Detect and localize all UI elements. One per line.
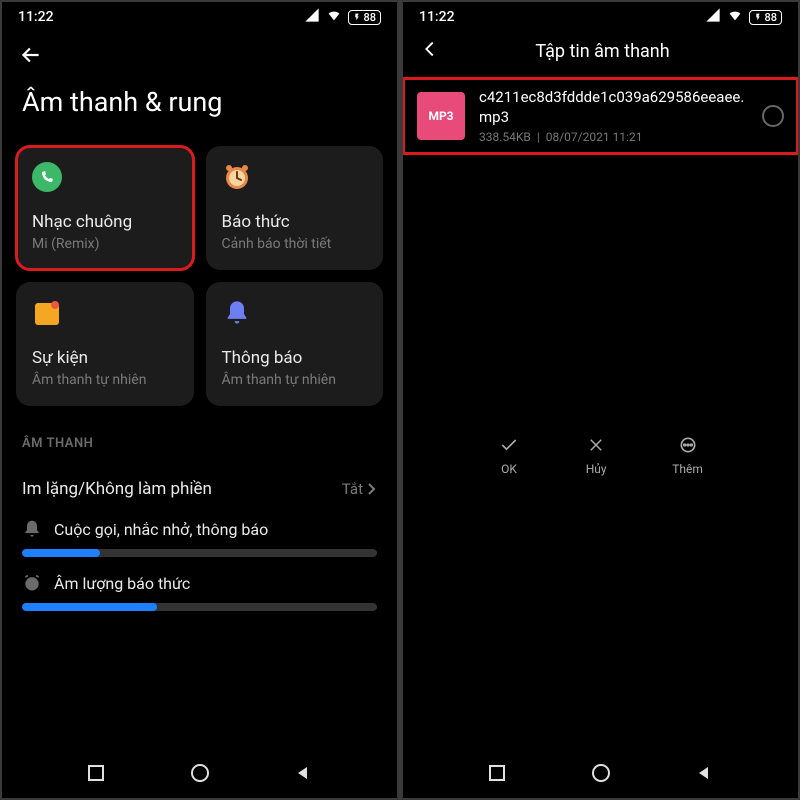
slider-calls-label: Cuộc gọi, nhắc nhở, thông báo [22, 519, 377, 539]
battery-indicator: 88 [749, 10, 782, 25]
wifi-icon [326, 7, 342, 27]
status-bar: 11:22 88 [2, 2, 397, 32]
nav-home-icon[interactable] [190, 763, 210, 787]
nav-recent-icon[interactable] [488, 764, 506, 786]
slider-alarm-label: Âm lượng báo thức [22, 573, 377, 593]
tile-notif-title: Thông báo [222, 348, 368, 368]
file-info: c4211ec8d3fddde1c039a629586eeaee.mp3 338… [479, 88, 748, 144]
bottom-actions: OK Hủy Thêm [403, 422, 798, 484]
action-ok[interactable]: OK [498, 434, 520, 476]
close-icon [585, 434, 607, 456]
nav-home-icon[interactable] [591, 763, 611, 787]
row-dnd-label: Im lặng/Không làm phiền [22, 479, 212, 499]
more-icon [677, 434, 699, 456]
file-row[interactable]: MP3 c4211ec8d3fddde1c039a629586eeaee.mp3… [403, 78, 798, 154]
back-row [2, 32, 397, 76]
slider-calls-track[interactable] [22, 549, 377, 557]
status-time: 11:22 [18, 9, 54, 25]
nav-bar-right [403, 752, 798, 798]
status-right: 88 [304, 7, 381, 27]
tile-ringtone[interactable]: Nhạc chuông Mi (Remix) [16, 146, 194, 270]
status-bar-right: 11:22 88 [403, 2, 798, 32]
wifi-icon [727, 7, 743, 27]
slider-alarm-track[interactable] [22, 603, 377, 611]
tile-notif-sub: Âm thanh tự nhiên [222, 372, 368, 388]
slider-calls: Cuộc gọi, nhắc nhở, thông báo [2, 513, 397, 567]
nav-back-icon[interactable] [294, 764, 312, 786]
tile-grid: Nhạc chuông Mi (Remix) Báo thức Cảnh báo… [2, 146, 397, 406]
nav-back-icon[interactable] [695, 764, 713, 786]
slider-alarm-fill [22, 603, 157, 611]
radio-select[interactable] [762, 105, 784, 127]
page-title: Âm thanh & rung [2, 76, 397, 146]
tile-ringtone-title: Nhạc chuông [32, 212, 178, 232]
tile-alarm-sub: Cảnh báo thời tiết [222, 236, 368, 252]
action-cancel[interactable]: Hủy [585, 434, 607, 476]
file-name: c4211ec8d3fddde1c039a629586eeaee.mp3 [479, 88, 748, 127]
tile-alarm[interactable]: Báo thức Cảnh báo thời tiết [206, 146, 384, 270]
back-arrow-icon[interactable] [18, 53, 44, 72]
tile-ringtone-sub: Mi (Remix) [32, 236, 178, 252]
chevron-right-icon [367, 482, 377, 496]
section-label-sound: ÂM THANH [2, 406, 397, 465]
nav-recent-icon[interactable] [87, 764, 105, 786]
status-time-right: 11:22 [419, 9, 455, 25]
signal-icon [705, 7, 721, 27]
slider-calls-fill [22, 549, 100, 557]
status-right-2: 88 [705, 7, 782, 27]
tile-events[interactable]: Sự kiện Âm thanh tự nhiên [16, 282, 194, 406]
action-more[interactable]: Thêm [672, 434, 703, 476]
tile-events-sub: Âm thanh tự nhiên [32, 372, 178, 388]
slider-alarm: Âm lượng báo thức [2, 567, 397, 621]
phone-right: 11:22 88 Tập tin âm thanh MP3 c4211ec8d3… [403, 2, 798, 798]
calendar-icon [32, 298, 62, 328]
check-icon [498, 434, 520, 456]
header-title: Tập tin âm thanh [423, 41, 782, 62]
phone-icon [32, 162, 62, 192]
tile-events-title: Sự kiện [32, 348, 178, 368]
row-dnd[interactable]: Im lặng/Không làm phiền Tắt [2, 465, 397, 513]
alarm-clock-icon [222, 162, 252, 192]
signal-icon [304, 7, 320, 27]
mp3-file-icon: MP3 [417, 92, 465, 140]
battery-indicator: 88 [348, 10, 381, 25]
phone-left: 11:22 88 Âm thanh & rung Nhạc chuông Mi [2, 2, 397, 798]
tile-notifications[interactable]: Thông báo Âm thanh tự nhiên [206, 282, 384, 406]
bell-small-icon [22, 519, 42, 539]
header-row: Tập tin âm thanh [403, 32, 798, 78]
nav-bar [2, 752, 397, 798]
bell-icon [222, 298, 252, 328]
clock-small-icon [22, 573, 42, 593]
tile-alarm-title: Báo thức [222, 212, 368, 232]
file-meta: 338.54KB | 08/07/2021 11:21 [479, 130, 748, 144]
row-dnd-value: Tắt [342, 480, 377, 498]
